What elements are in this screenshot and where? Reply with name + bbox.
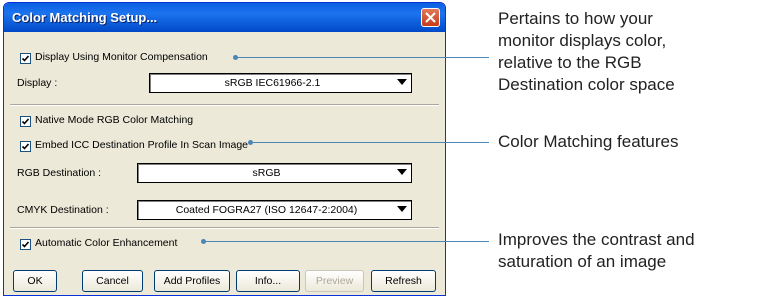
annotation-line: Pertains to how your	[498, 9, 653, 28]
preview-button: Preview	[305, 270, 364, 292]
annotation-monitor: Pertains to how your monitor displays co…	[498, 8, 675, 96]
chevron-down-icon	[397, 206, 407, 212]
callout-line-monitor	[237, 57, 489, 58]
info-button[interactable]: Info...	[236, 270, 300, 292]
checkmark-icon	[21, 118, 30, 125]
embed-icc-checkbox[interactable]	[20, 141, 31, 152]
cmyk-destination-label: CMYK Destination :	[17, 204, 109, 216]
section-divider	[10, 104, 439, 106]
auto-enhancement-checkbox[interactable]	[20, 239, 31, 250]
dialog-title: Color Matching Setup...	[12, 10, 158, 25]
annotation-line: Destination color space	[498, 75, 675, 94]
refresh-button[interactable]: Refresh	[371, 270, 436, 292]
ok-button[interactable]: OK	[13, 270, 57, 292]
native-mode-label: Native Mode RGB Color Matching	[35, 114, 194, 126]
rgb-destination-select[interactable]: sRGB	[137, 163, 412, 183]
cmyk-destination-value: Coated FOGRA27 (ISO 12647-2:2004)	[175, 204, 358, 216]
close-button[interactable]	[421, 8, 440, 27]
display-select-value: sRGB IEC61966-2.1	[224, 77, 321, 89]
display-compensation-checkbox[interactable]	[20, 53, 31, 64]
annotation-line: saturation of an image	[498, 252, 667, 271]
checkmark-icon	[21, 143, 30, 150]
display-select[interactable]: sRGB IEC61966-2.1	[149, 73, 412, 93]
annotation-features: Color Matching features	[498, 131, 678, 153]
chevron-down-icon	[397, 79, 407, 85]
callout-line-features	[252, 142, 489, 143]
annotation-line: relative to the RGB	[498, 53, 642, 72]
section-divider	[10, 227, 439, 229]
rgb-destination-label: RGB Destination :	[17, 167, 102, 179]
chevron-down-icon	[397, 169, 407, 175]
embed-icc-label: Embed ICC Destination Profile In Scan Im…	[35, 139, 249, 151]
close-icon	[425, 12, 436, 23]
annotation-line: Improves the contrast and	[498, 230, 695, 249]
color-matching-dialog: Color Matching Setup... Display Using Mo…	[3, 2, 446, 296]
checkmark-icon	[21, 241, 30, 248]
annotation-enhancement: Improves the contrast and saturation of …	[498, 229, 695, 273]
cancel-button[interactable]: Cancel	[82, 270, 143, 292]
native-mode-checkbox[interactable]	[20, 116, 31, 127]
display-label: Display :	[17, 77, 58, 89]
display-compensation-label: Display Using Monitor Compensation	[35, 51, 208, 63]
annotation-line: monitor displays color,	[498, 31, 667, 50]
callout-line-enhancement	[205, 241, 489, 242]
auto-enhancement-label: Automatic Color Enhancement	[35, 237, 178, 249]
rgb-destination-value: sRGB	[252, 167, 281, 179]
cmyk-destination-select[interactable]: Coated FOGRA27 (ISO 12647-2:2004)	[137, 200, 412, 220]
annotation-line: Color Matching features	[498, 132, 679, 151]
checkmark-icon	[21, 55, 30, 62]
add-profiles-button[interactable]: Add Profiles	[154, 270, 230, 292]
title-bar[interactable]: Color Matching Setup...	[4, 3, 445, 32]
